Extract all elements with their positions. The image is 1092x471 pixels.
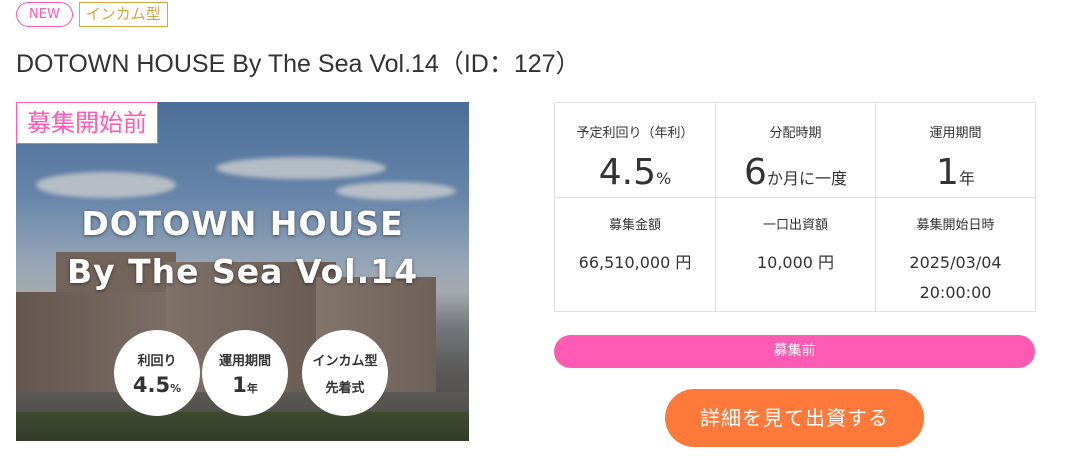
unit-price-value: 10,000 円 [756, 253, 835, 272]
amount-cell: 募集金額 66,510,000 円 [555, 198, 716, 311]
hero-image[interactable]: 募集開始前 DOTOWN HOUSE By The Sea Vol.14 利回り… [16, 102, 469, 441]
unit-price-label: 一口出資額 [762, 218, 828, 233]
unit-price-cell: 一口出資額 10,000 円 [716, 198, 876, 311]
recruitment-status-label: 募集開始前 [16, 102, 158, 144]
distribution-value: 6 [744, 152, 767, 193]
type-badge-value: 先着式 [325, 381, 365, 396]
term-cell: 運用期間 1年 [876, 103, 1035, 198]
term-badge-value: 1 [232, 372, 247, 397]
recruitment-progress-bar: 募集前 [554, 335, 1035, 368]
invest-details-button[interactable]: 詳細を見て出資する [665, 389, 924, 447]
yield-value: 4.5 [598, 152, 657, 193]
amount-label: 募集金額 [608, 218, 661, 233]
amount-value: 66,510,000 円 [578, 253, 692, 272]
term-unit: 年 [958, 169, 975, 188]
page-title: DOTOWN HOUSE By The Sea Vol.14（ID：127） [16, 50, 581, 78]
term-value: 1 [936, 152, 959, 193]
term-badge-unit: 年 [246, 381, 258, 395]
yield-label: 予定利回り（年利） [576, 126, 694, 141]
term-badge: 運用期間 1年 [202, 330, 288, 416]
type-badge: インカム型 [78, 2, 168, 27]
hero-title-line2: By The Sea Vol.14 [66, 252, 419, 291]
start-datetime-label: 募集開始日時 [916, 218, 995, 233]
yield-unit: % [656, 169, 672, 188]
yield-badge-value: 4.5 [132, 372, 171, 397]
distribution-label: 分配時期 [769, 126, 822, 141]
fund-info-table: 予定利回り（年利） 4.5% 分配時期 6か月に一度 運用期間 1年 募集金額 … [554, 102, 1036, 312]
start-datetime-cell: 募集開始日時 2025/03/04 20:00:00 [876, 198, 1035, 311]
new-badge: NEW [16, 2, 73, 27]
distribution-unit: か月に一度 [766, 169, 847, 188]
distribution-cell: 分配時期 6か月に一度 [716, 103, 876, 198]
start-date: 2025/03/04 [909, 253, 1002, 272]
yield-cell: 予定利回り（年利） 4.5% [555, 103, 716, 198]
tag-list: NEW インカム型 [16, 2, 168, 27]
type-badge-label: インカム型 [312, 354, 378, 369]
hero-title-line1: DOTOWN HOUSE [81, 204, 404, 243]
term-label: 運用期間 [929, 126, 982, 141]
yield-badge-label: 利回り [137, 353, 177, 369]
yield-badge-unit: % [170, 381, 182, 395]
yield-badge: 利回り 4.5% [114, 330, 200, 416]
start-time: 20:00:00 [919, 283, 992, 302]
type-circle-badge: インカム型 先着式 [302, 330, 388, 416]
term-badge-label: 運用期間 [218, 353, 271, 369]
